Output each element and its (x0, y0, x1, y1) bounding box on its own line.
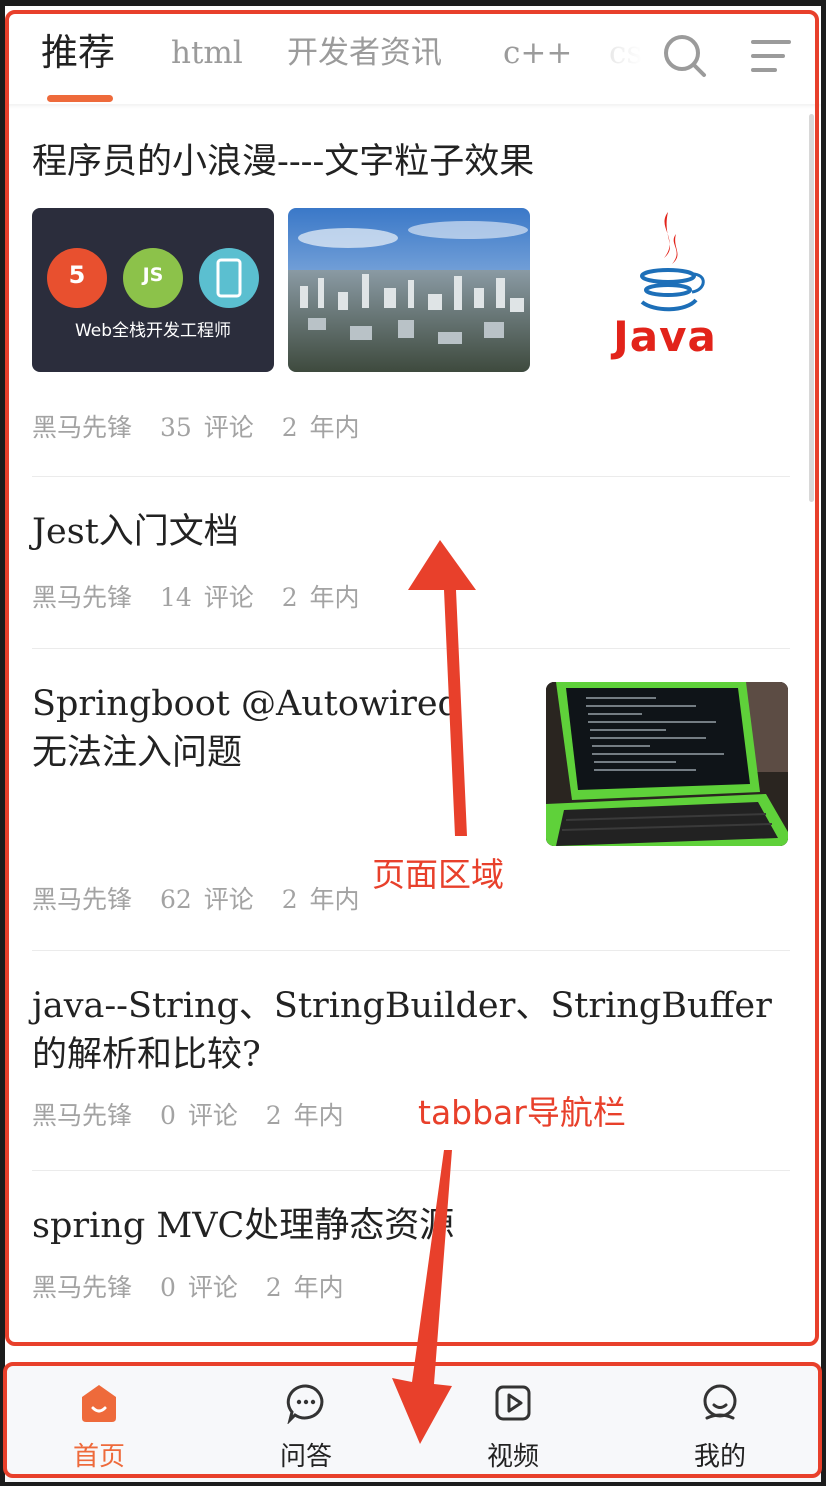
page-area-annotation: 页面区域 (372, 855, 504, 894)
annotation-arrows (392, 540, 476, 1444)
tabbar-annotation: tabbar导航栏 (418, 1093, 626, 1132)
